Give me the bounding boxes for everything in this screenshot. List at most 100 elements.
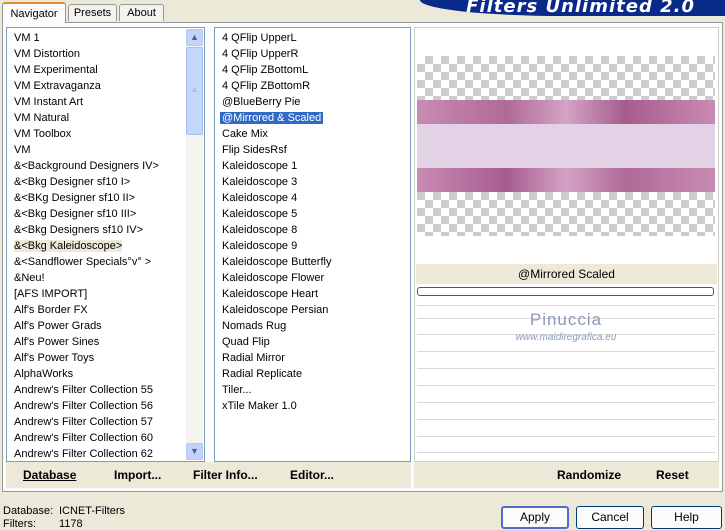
- filter-item-label: @Mirrored & Scaled: [218, 111, 325, 125]
- category-item-label: VM Natural: [14, 112, 70, 124]
- tab-presets[interactable]: Presets: [68, 4, 117, 21]
- filter-item[interactable]: 4 QFlip ZBottomR: [220, 78, 410, 94]
- category-item-label: VM Toolbox: [14, 128, 72, 140]
- filter-item[interactable]: Radial Mirror: [220, 350, 410, 366]
- category-scrollbar[interactable]: ▲ ≡ ▼: [186, 29, 203, 460]
- database-value: ICNET-Filters: [59, 505, 125, 517]
- category-item-label: Andrew's Filter Collection 60: [14, 432, 154, 444]
- scroll-thumb[interactable]: ≡: [186, 47, 203, 135]
- category-item[interactable]: Andrew's Filter Collection 62: [14, 446, 204, 461]
- filter-item-label: Kaleidoscope Persian: [222, 304, 329, 316]
- filter-item[interactable]: 4 QFlip UpperR: [220, 46, 410, 62]
- category-item-label: Andrew's Filter Collection 55: [14, 384, 154, 396]
- cancel-button[interactable]: Cancel: [576, 506, 644, 529]
- help-button[interactable]: Help: [651, 506, 722, 529]
- filter-item[interactable]: @BlueBerry Pie: [220, 94, 410, 110]
- chevron-down-icon[interactable]: ▼: [186, 443, 203, 460]
- reset-button[interactable]: Reset: [656, 468, 689, 482]
- filter-item[interactable]: Kaleidoscope 9: [220, 238, 410, 254]
- filter-item[interactable]: Kaleidoscope 4: [220, 190, 410, 206]
- category-item[interactable]: &<Bkg Kaleidoscope>: [14, 238, 204, 254]
- category-item[interactable]: VM Extravaganza: [14, 78, 204, 94]
- randomize-button[interactable]: Randomize: [557, 468, 621, 482]
- category-item-label: [AFS IMPORT]: [14, 288, 88, 300]
- category-item[interactable]: VM Toolbox: [14, 126, 204, 142]
- apply-button[interactable]: Apply: [501, 506, 569, 529]
- category-item[interactable]: &<BKg Designer sf10 II>: [14, 190, 204, 206]
- category-item[interactable]: Alf's Border FX: [14, 302, 204, 318]
- category-item[interactable]: Alf's Power Grads: [14, 318, 204, 334]
- category-item[interactable]: &<Background Designers IV>: [14, 158, 204, 174]
- filter-item-label: Kaleidoscope 5: [222, 208, 298, 220]
- filter-item[interactable]: Tiler...: [220, 382, 410, 398]
- database-button[interactable]: Database: [23, 468, 76, 482]
- tab-about[interactable]: About: [119, 4, 164, 21]
- category-item[interactable]: AlphaWorks: [14, 366, 204, 382]
- filter-item[interactable]: Kaleidoscope Butterfly: [220, 254, 410, 270]
- category-item[interactable]: &<Sandflower Specials°v° >: [14, 254, 204, 270]
- filter-item[interactable]: Kaleidoscope 8: [220, 222, 410, 238]
- category-item[interactable]: [AFS IMPORT]: [14, 286, 204, 302]
- category-item[interactable]: &Neu!: [14, 270, 204, 286]
- category-item[interactable]: Andrew's Filter Collection 55: [14, 382, 204, 398]
- filter-item[interactable]: Flip SidesRsf: [220, 142, 410, 158]
- filter-item-label: Tiler...: [222, 384, 252, 396]
- filter-list[interactable]: 4 QFlip UpperL 4 QFlip UpperR 4 QFlip ZBot…: [218, 30, 410, 414]
- filter-item[interactable]: Kaleidoscope Flower: [220, 270, 410, 286]
- category-item[interactable]: Alf's Power Sines: [14, 334, 204, 350]
- filter-item[interactable]: 4 QFlip ZBottomL: [220, 62, 410, 78]
- category-item-label: Andrew's Filter Collection 56: [14, 400, 154, 412]
- filter-item[interactable]: Kaleidoscope Persian: [220, 302, 410, 318]
- filter-item[interactable]: Cake Mix: [220, 126, 410, 142]
- filter-list-panel: 4 QFlip UpperL 4 QFlip UpperR 4 QFlip ZBot…: [214, 27, 411, 462]
- category-item[interactable]: &<Bkg Designer sf10 III>: [14, 206, 204, 222]
- filter-item[interactable]: Nomads Rug: [220, 318, 410, 334]
- category-item[interactable]: VM Instant Art: [14, 94, 204, 110]
- filter-item-label: Kaleidoscope Flower: [222, 272, 325, 284]
- category-item[interactable]: &<Bkg Designer sf10 I>: [14, 174, 204, 190]
- filter-item[interactable]: @Mirrored & Scaled: [218, 110, 410, 126]
- tab-navigator[interactable]: Navigator: [2, 2, 66, 23]
- filter-item[interactable]: Kaleidoscope Heart: [220, 286, 410, 302]
- filter-item[interactable]: Radial Replicate: [220, 366, 410, 382]
- category-item[interactable]: Andrew's Filter Collection 60: [14, 430, 204, 446]
- category-item-label: VM Experimental: [14, 64, 98, 76]
- category-item-label: Alf's Power Sines: [14, 336, 100, 348]
- chevron-up-icon[interactable]: ▲: [186, 29, 203, 46]
- category-item[interactable]: VM Distortion: [14, 46, 204, 62]
- filter-item[interactable]: Kaleidoscope 3: [220, 174, 410, 190]
- category-item-label: &<Sandflower Specials°v° >: [14, 256, 152, 268]
- category-item[interactable]: VM Experimental: [14, 62, 204, 78]
- category-item[interactable]: VM 1: [14, 30, 204, 46]
- category-list-panel: VM 1 VM Distortion VM Experimental VM Extra…: [6, 27, 205, 462]
- filter-item-label: Flip SidesRsf: [222, 144, 287, 156]
- category-item-label: Andrew's Filter Collection 57: [14, 416, 154, 428]
- category-item-label: Alf's Power Toys: [14, 352, 95, 364]
- filter-item-label: Kaleidoscope 4: [222, 192, 298, 204]
- editor-button[interactable]: Editor...: [290, 468, 334, 482]
- category-item-label: Alf's Border FX: [14, 304, 88, 316]
- filter-item-label: Kaleidoscope 8: [222, 224, 298, 236]
- filter-item[interactable]: Kaleidoscope 5: [220, 206, 410, 222]
- filter-item[interactable]: Quad Flip: [220, 334, 410, 350]
- preview-filter-name: @Mirrored Scaled: [518, 267, 615, 281]
- watermark-name: Pinuccia: [529, 310, 603, 329]
- filters-label: Filters:: [3, 518, 36, 530]
- filter-item-label: 4 QFlip UpperL: [222, 32, 297, 44]
- category-item[interactable]: Andrew's Filter Collection 57: [14, 414, 204, 430]
- category-item[interactable]: VM: [14, 142, 204, 158]
- filter-item-label: 4 QFlip ZBottomL: [222, 64, 309, 76]
- category-item[interactable]: Andrew's Filter Collection 56: [14, 398, 204, 414]
- category-item[interactable]: VM Natural: [14, 110, 204, 126]
- filter-item-label: @BlueBerry Pie: [222, 96, 301, 108]
- category-item-label: VM 1: [14, 32, 40, 44]
- category-item-label: &<Bkg Kaleidoscope>: [14, 240, 123, 252]
- category-list[interactable]: VM 1 VM Distortion VM Experimental VM Extra…: [14, 30, 204, 461]
- filter-item[interactable]: xTile Maker 1.0: [220, 398, 410, 414]
- import-button[interactable]: Import...: [114, 468, 161, 482]
- filter-info-button[interactable]: Filter Info...: [193, 468, 258, 482]
- category-item[interactable]: &<Bkg Designers sf10 IV>: [14, 222, 204, 238]
- filter-item[interactable]: 4 QFlip UpperL: [220, 30, 410, 46]
- category-item[interactable]: Alf's Power Toys: [14, 350, 204, 366]
- filter-item[interactable]: Kaleidoscope 1: [220, 158, 410, 174]
